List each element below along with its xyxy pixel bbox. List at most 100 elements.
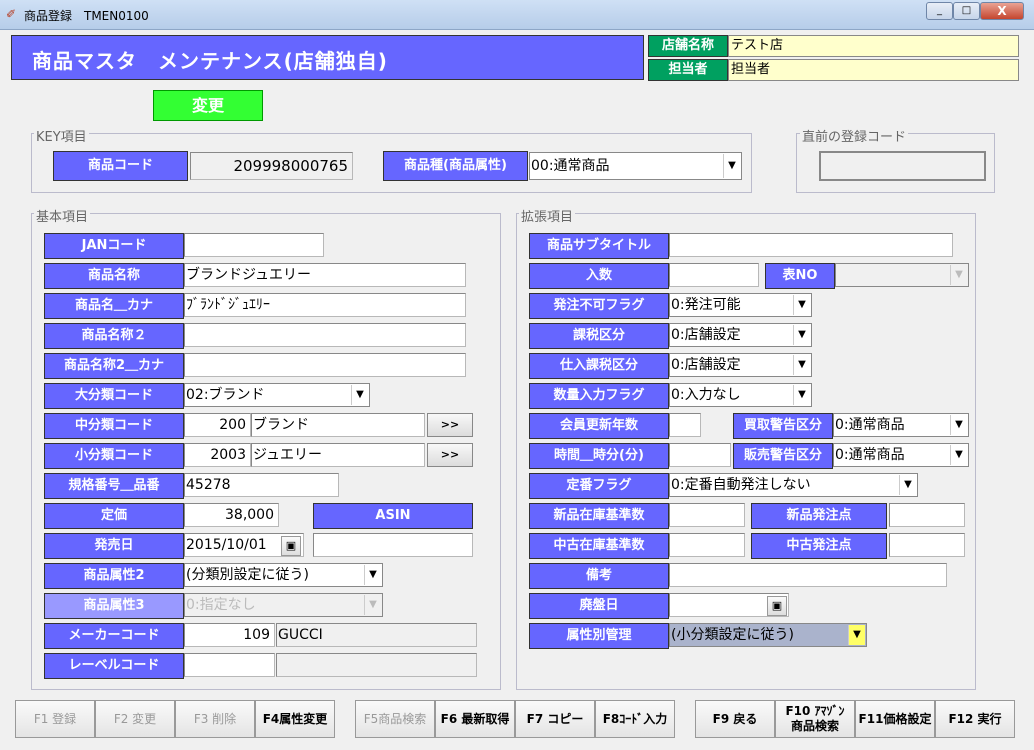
list-price-input[interactable]: 38,000 (184, 503, 279, 527)
mid-category-code-input[interactable]: 200 (184, 413, 251, 437)
title-bar: ✐ 商品登録 TMEN0100 _ □ X (0, 0, 1034, 30)
chevron-down-icon[interactable]: ▼ (793, 325, 810, 345)
spec-number-input[interactable]: 45278 (184, 473, 339, 497)
product-attr2-label: 商品属性2 (44, 563, 184, 589)
chevron-down-icon[interactable]: ▼ (793, 355, 810, 375)
maker-code-input[interactable]: 109 (184, 623, 275, 647)
quantity-input[interactable] (669, 263, 759, 287)
fixed-flag-select[interactable]: 0:定番自動発注しない ▼ (669, 473, 918, 497)
mid-category-name: ブランド (251, 413, 425, 437)
product-type-value: 00:通常商品 (531, 158, 610, 174)
chevron-down-icon[interactable]: ▼ (364, 595, 381, 615)
product-code-input[interactable]: 209998000765 (190, 152, 353, 180)
f10-amazon-search-button[interactable]: F10 ｱﾏｿﾞﾝ 商品検索 (775, 700, 855, 738)
time-minutes-label: 時間＿時分(分) (529, 443, 669, 469)
maximize-button[interactable]: □ (953, 2, 980, 20)
f3-delete-button[interactable]: F3 削除 (175, 700, 255, 738)
product-kana-label: 商品名＿カナ (44, 293, 184, 319)
minor-category-label: 小分類コード (44, 443, 184, 469)
page-header: 商品マスタ メンテナンス(店舗独自) (11, 35, 644, 80)
tax-category-value: 0:店舗設定 (671, 327, 741, 343)
product-code-label: 商品コード (53, 151, 188, 181)
purchase-tax-select[interactable]: 0:店舗設定 ▼ (669, 353, 812, 377)
asin-input[interactable] (313, 533, 473, 557)
label-code-input[interactable] (184, 653, 275, 677)
product-kana2-input[interactable] (184, 353, 466, 377)
table-no-select[interactable]: ▼ (835, 263, 969, 287)
minor-category-code-input[interactable]: 2003 (184, 443, 251, 467)
fixed-flag-label: 定番フラグ (529, 473, 669, 499)
member-years-label: 会員更新年数 (529, 413, 669, 439)
f4-attr-change-button[interactable]: F4属性変更 (255, 700, 335, 738)
qty-input-flag-select[interactable]: 0:入力なし ▼ (669, 383, 812, 407)
product-kana-input[interactable]: ﾌﾞﾗﾝﾄﾞｼﾞｭｴﾘｰ (184, 293, 466, 317)
chevron-down-icon[interactable]: ▼ (950, 445, 967, 465)
f12-execute-button[interactable]: F12 実行 (935, 700, 1015, 738)
table-no-label: 表NO (765, 263, 835, 289)
no-order-flag-label: 発注不可フラグ (529, 293, 669, 319)
product-attr2-select[interactable]: (分類別設定に従う) ▼ (184, 563, 383, 587)
minimize-button[interactable]: _ (926, 2, 953, 20)
attr-management-select[interactable]: (小分類設定に従う) ▼ (669, 623, 867, 647)
store-name-value: テスト店 (728, 35, 1019, 57)
chevron-down-icon[interactable]: ▼ (950, 265, 967, 285)
used-stock-label: 中古在庫基準数 (529, 533, 669, 559)
product-type-label: 商品種(商品属性) (383, 151, 528, 181)
f5-product-search-button[interactable]: F5商品検索 (355, 700, 435, 738)
jan-code-input[interactable] (184, 233, 324, 257)
used-order-point-input[interactable] (889, 533, 965, 557)
tax-category-select[interactable]: 0:店舗設定 ▼ (669, 323, 812, 347)
discontinued-date-label: 廃盤日 (529, 593, 669, 619)
product-kana2-label: 商品名称2＿カナ (44, 353, 184, 379)
mid-category-search-button[interactable]: >> (427, 413, 473, 437)
used-stock-input[interactable] (669, 533, 745, 557)
calendar-icon[interactable]: ▣ (281, 536, 301, 556)
new-stock-input[interactable] (669, 503, 745, 527)
f7-copy-button[interactable]: F7 コピー (515, 700, 595, 738)
chevron-down-icon[interactable]: ▼ (899, 475, 916, 495)
buy-warning-value: 0:通常商品 (835, 417, 905, 433)
f11-price-setting-button[interactable]: F11価格設定 (855, 700, 935, 738)
chevron-down-icon[interactable]: ▼ (950, 415, 967, 435)
chevron-down-icon[interactable]: ▼ (351, 385, 368, 405)
sell-warning-select[interactable]: 0:通常商品 ▼ (833, 443, 969, 467)
basic-group-label: 基本項目 (34, 206, 91, 225)
buy-warning-select[interactable]: 0:通常商品 ▼ (833, 413, 969, 437)
calendar-icon[interactable]: ▣ (767, 596, 787, 616)
mode-change-button[interactable]: 変更 (153, 90, 263, 121)
product-type-select[interactable]: 00:通常商品 ▼ (529, 152, 742, 180)
product-attr3-value: 0:指定なし (186, 597, 256, 613)
major-category-select[interactable]: 02:ブランド ▼ (184, 383, 370, 407)
no-order-flag-select[interactable]: 0:発注可能 ▼ (669, 293, 812, 317)
minor-category-search-button[interactable]: >> (427, 443, 473, 467)
chevron-down-icon[interactable]: ▼ (364, 565, 381, 585)
sell-warning-value: 0:通常商品 (835, 447, 905, 463)
f9-back-button[interactable]: F9 戻る (695, 700, 775, 738)
product-attr3-select[interactable]: 0:指定なし ▼ (184, 593, 383, 617)
chevron-down-icon[interactable]: ▼ (723, 154, 740, 178)
product-name2-label: 商品名称２ (44, 323, 184, 349)
f2-change-button[interactable]: F2 変更 (95, 700, 175, 738)
purchase-tax-label: 仕入課税区分 (529, 353, 669, 379)
f8-code-input-button[interactable]: F8ｺｰﾄﾞ入力 (595, 700, 675, 738)
product-name-input[interactable]: ブランドジュエリー (184, 263, 466, 287)
no-order-flag-value: 0:発注可能 (671, 297, 741, 313)
f6-refresh-button[interactable]: F6 最新取得 (435, 700, 515, 738)
f1-register-button[interactable]: F1 登録 (15, 700, 95, 738)
close-button[interactable]: X (980, 2, 1024, 20)
member-years-input[interactable] (669, 413, 701, 437)
chevron-down-icon[interactable]: ▼ (793, 385, 810, 405)
time-minutes-input[interactable] (669, 443, 731, 467)
key-group-label: KEY項目 (34, 126, 89, 145)
purchase-tax-value: 0:店舗設定 (671, 357, 741, 373)
asin-label: ASIN (313, 503, 473, 529)
spec-number-label: 規格番号＿品番 (44, 473, 184, 499)
buy-warning-label: 買取警告区分 (733, 413, 833, 439)
product-name2-input[interactable] (184, 323, 466, 347)
maker-name: GUCCI (276, 623, 477, 647)
chevron-down-icon[interactable]: ▼ (848, 625, 865, 645)
chevron-down-icon[interactable]: ▼ (793, 295, 810, 315)
new-order-point-input[interactable] (889, 503, 965, 527)
subtitle-input[interactable] (669, 233, 953, 257)
memo-input[interactable] (669, 563, 947, 587)
